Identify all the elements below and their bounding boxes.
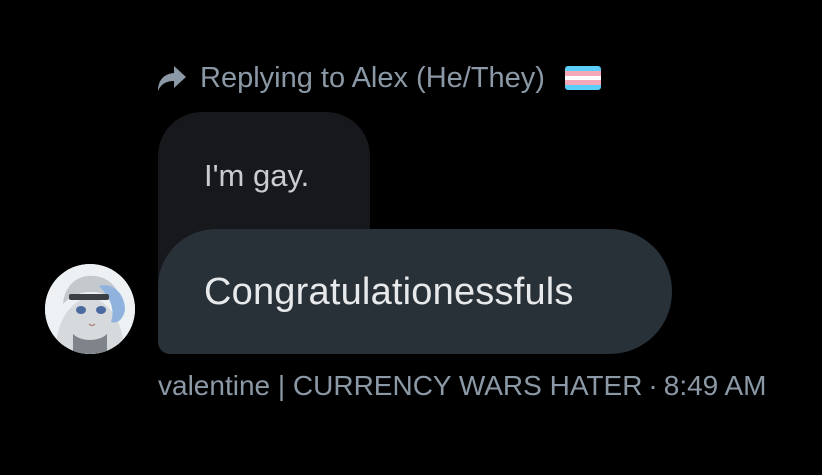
message-meta: valentine | CURRENCY WARS HATER · 8:49 AM <box>158 370 766 402</box>
reply-label: Replying to Alex (He/They) <box>200 62 545 95</box>
message-text: Congratulationessfuls <box>204 271 574 313</box>
dm-conversation-view: Replying to Alex (He/They) I'm gay. Cong… <box>0 0 822 475</box>
avatar[interactable] <box>45 264 135 354</box>
message-bubble[interactable]: Congratulationessfuls <box>158 229 672 354</box>
reply-arrow-icon <box>156 63 188 93</box>
reply-prefix: Replying to <box>200 61 346 94</box>
meta-separator: · <box>648 370 658 401</box>
reply-recipient-name[interactable]: Alex (He/They) <box>352 62 545 94</box>
reply-context[interactable]: Replying to Alex (He/They) <box>156 58 601 98</box>
message-timestamp: 8:49 AM <box>663 370 767 401</box>
quoted-message-text: I'm gay. <box>204 158 310 193</box>
sender-name[interactable]: valentine | CURRENCY WARS HATER <box>158 370 642 401</box>
transgender-flag-icon <box>564 66 601 90</box>
